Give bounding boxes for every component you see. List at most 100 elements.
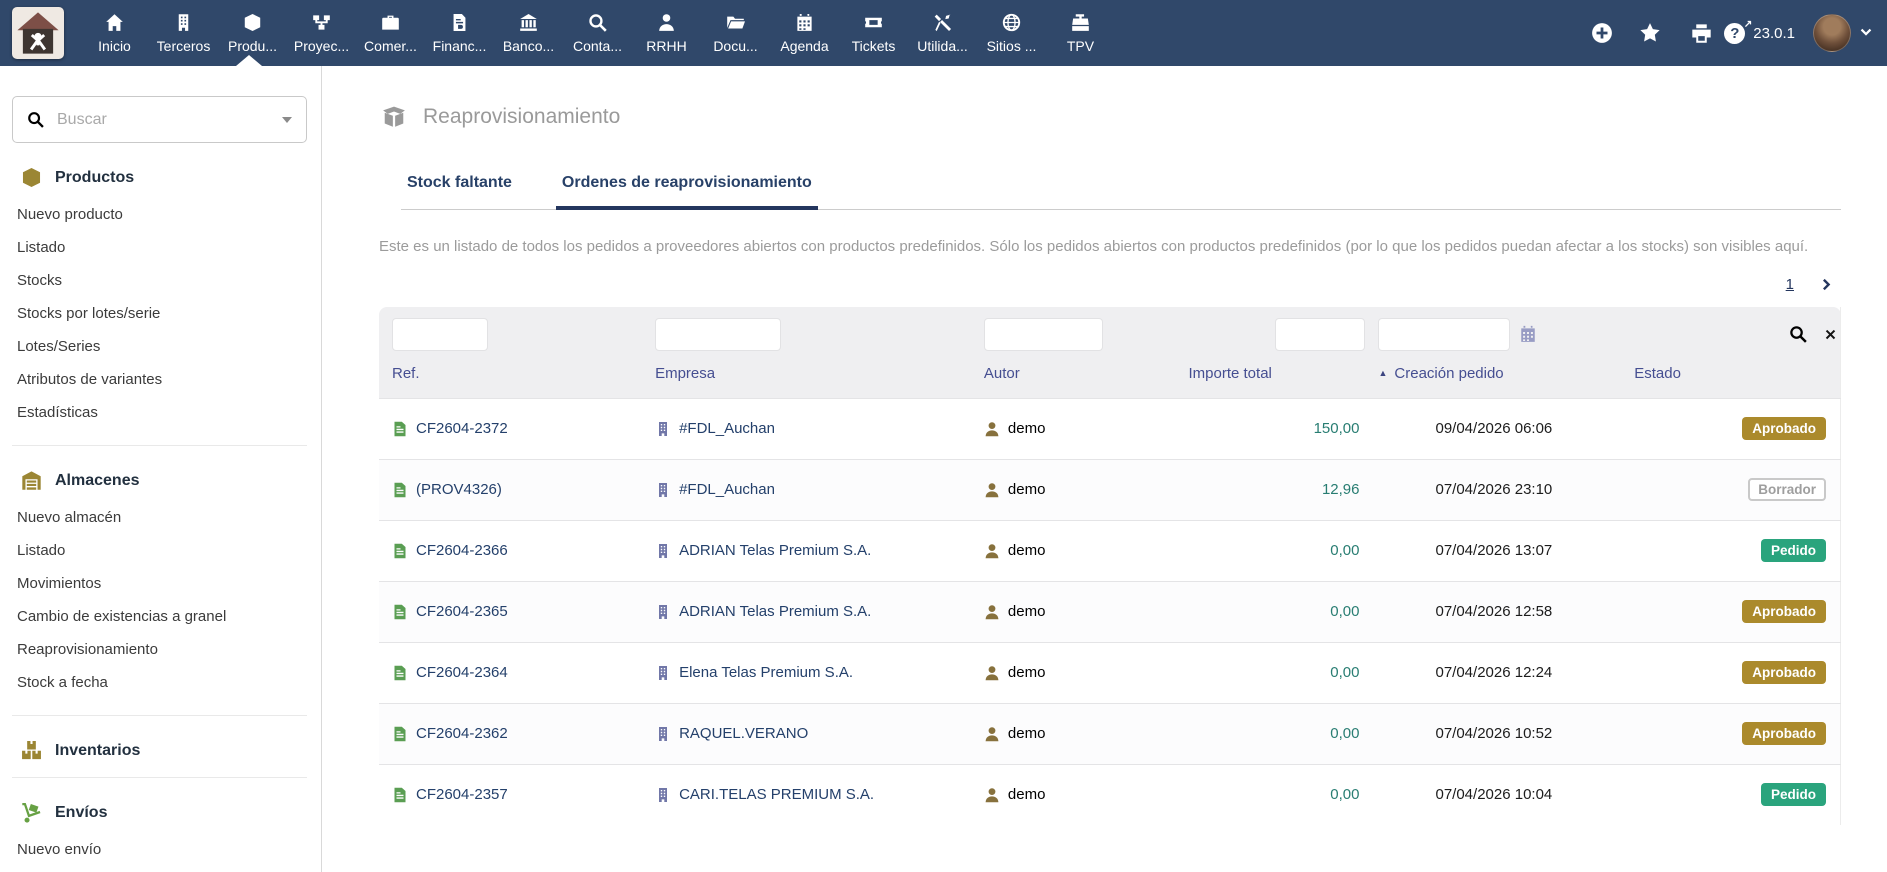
- date-cell: 07/04/2026 13:07: [1365, 519, 1622, 581]
- search-input[interactable]: [55, 109, 271, 130]
- menu-contabilidad[interactable]: Conta...: [563, 0, 632, 66]
- date-cell: 09/04/2026 06:06: [1365, 397, 1622, 459]
- menu-rrhh[interactable]: RRHH: [632, 0, 701, 66]
- sidebar-item-nuevo-almacen[interactable]: Nuevo almacén: [12, 501, 307, 534]
- tab-ordenes-reaprovisionamiento[interactable]: Ordenes de reaprovisionamiento: [555, 174, 818, 210]
- amount-cell: 12,96: [1175, 458, 1366, 520]
- sidebar-item-listado-envios[interactable]: Listado: [12, 866, 307, 872]
- sidebar-search[interactable]: [12, 96, 307, 143]
- sidebar-item-stocks[interactable]: Stocks: [12, 264, 307, 297]
- order-ref-link[interactable]: (PROV4326): [416, 481, 502, 498]
- column-empresa[interactable]: Empresa: [642, 350, 971, 398]
- sidebar-item-atributos[interactable]: Atributos de variantes: [12, 363, 307, 396]
- order-ref-link[interactable]: CF2604-2362: [416, 725, 508, 742]
- column-estado[interactable]: Estado: [1621, 350, 1841, 398]
- order-doc-icon: [392, 787, 408, 803]
- cube-icon: [21, 167, 42, 188]
- order-ref-link[interactable]: CF2604-2357: [416, 786, 508, 803]
- calendar-icon: [795, 13, 814, 32]
- table-row: CF2604-2366 ADRIAN Telas Premium S.A. de…: [379, 519, 1841, 581]
- clear-filter-icon[interactable]: [1823, 327, 1838, 342]
- ticket-icon: [864, 13, 883, 32]
- menu-tickets[interactable]: Tickets: [839, 0, 908, 66]
- menu-terceros[interactable]: Terceros: [149, 0, 218, 66]
- sidebar-item-stock-a-fecha[interactable]: Stock a fecha: [12, 666, 307, 699]
- menu-utilidades[interactable]: Utilida...: [908, 0, 977, 66]
- company-link[interactable]: #FDL_Auchan: [679, 420, 775, 437]
- menu-tpv[interactable]: TPV: [1046, 0, 1115, 66]
- sidebar-item-listado-almacenes[interactable]: Listado: [12, 534, 307, 567]
- section-title: Almacenes: [55, 471, 140, 489]
- next-page-icon[interactable]: [1820, 277, 1835, 292]
- sidebar-section-envios[interactable]: Envíos: [12, 802, 307, 823]
- menu-inicio[interactable]: Inicio: [80, 0, 149, 66]
- user-icon: [984, 726, 1000, 742]
- menu-label: Inicio: [98, 37, 131, 54]
- company-link[interactable]: Elena Telas Premium S.A.: [679, 664, 853, 681]
- user-avatar[interactable]: [1813, 14, 1851, 52]
- sidebar-divider: [12, 715, 307, 716]
- chevron-down-icon[interactable]: [1859, 26, 1873, 40]
- menu-agenda[interactable]: Agenda: [770, 0, 839, 66]
- company-link[interactable]: RAQUEL.VERANO: [679, 725, 808, 742]
- menu-label: RRHH: [646, 37, 687, 54]
- company-link[interactable]: CARI.TELAS PREMIUM S.A.: [679, 786, 874, 803]
- menu-documentos[interactable]: Docu...: [701, 0, 770, 66]
- sidebar-item-listado-productos[interactable]: Listado: [12, 231, 307, 264]
- calendar-picker-icon[interactable]: [1519, 325, 1537, 343]
- filter-amount-input[interactable]: [1275, 317, 1366, 351]
- tools-icon: [933, 13, 952, 32]
- amount-cell: 0,00: [1175, 580, 1366, 642]
- order-ref-link[interactable]: CF2604-2365: [416, 603, 508, 620]
- company-link[interactable]: ADRIAN Telas Premium S.A.: [679, 603, 871, 620]
- apply-filter-search-icon[interactable]: [1789, 325, 1807, 343]
- menu-bancos[interactable]: Banco...: [494, 0, 563, 66]
- column-autor[interactable]: Autor: [970, 350, 1176, 398]
- column-importe-total[interactable]: Importe total: [1175, 350, 1366, 398]
- menu-proyectos[interactable]: Proyec...: [287, 0, 356, 66]
- order-ref-link[interactable]: CF2604-2364: [416, 664, 508, 681]
- tab-stock-faltante[interactable]: Stock faltante: [401, 174, 518, 210]
- bookmark-star-icon[interactable]: [1639, 22, 1661, 44]
- sidebar-section-almacenes[interactable]: Almacenes: [12, 470, 307, 491]
- menu-sitios[interactable]: Sitios ...: [977, 0, 1046, 66]
- page-number-current[interactable]: 1: [1786, 276, 1794, 293]
- company-link[interactable]: ADRIAN Telas Premium S.A.: [679, 542, 871, 559]
- filter-company-input[interactable]: [655, 317, 782, 351]
- print-icon[interactable]: [1691, 23, 1712, 44]
- menu-comercial[interactable]: Comer...: [356, 0, 425, 66]
- column-creacion-pedido[interactable]: ▲ Creación pedido: [1365, 350, 1622, 398]
- user-icon: [984, 665, 1000, 681]
- company-link[interactable]: #FDL_Auchan: [679, 481, 775, 498]
- sidebar-item-nuevo-producto[interactable]: Nuevo producto: [12, 198, 307, 231]
- sidebar-item-estadisticas[interactable]: Estadísticas: [12, 396, 307, 429]
- menu-label: Financ...: [432, 37, 487, 54]
- user-icon: [984, 482, 1000, 498]
- home-icon: [105, 13, 124, 32]
- order-ref-link[interactable]: CF2604-2372: [416, 420, 508, 437]
- sidebar-section-productos[interactable]: Productos: [12, 167, 307, 188]
- date-cell: 07/04/2026 23:10: [1365, 458, 1622, 520]
- filter-date-input[interactable]: [1378, 317, 1511, 351]
- author-name: demo: [1007, 663, 1046, 681]
- filter-author-input[interactable]: [983, 317, 1103, 351]
- help-icon[interactable]: ? ↗: [1724, 19, 1752, 44]
- menu-label: Produ...: [227, 37, 278, 54]
- sidebar-item-reaprovisionamiento[interactable]: Reaprovisionamiento: [12, 633, 307, 666]
- sidebar-item-movimientos[interactable]: Movimientos: [12, 567, 307, 600]
- sidebar-item-cambio-existencias[interactable]: Cambio de existencias a granel: [12, 600, 307, 633]
- quick-add-icon[interactable]: [1591, 22, 1613, 44]
- sidebar-item-lotes-series[interactable]: Lotes/Series: [12, 330, 307, 363]
- company-icon: [655, 543, 671, 559]
- building-icon: [174, 13, 193, 32]
- sidebar-item-stocks-lotes[interactable]: Stocks por lotes/serie: [12, 297, 307, 330]
- search-scope-caret-icon[interactable]: [282, 116, 292, 123]
- order-ref-link[interactable]: CF2604-2366: [416, 542, 508, 559]
- menu-financiera[interactable]: Financ...: [425, 0, 494, 66]
- tab-bar: Stock faltante Ordenes de reaprovisionam…: [401, 174, 1841, 210]
- sidebar-item-nuevo-envio[interactable]: Nuevo envío: [12, 833, 307, 866]
- filter-ref-input[interactable]: [392, 317, 488, 351]
- sidebar-section-inventarios[interactable]: Inventarios: [12, 740, 307, 761]
- app-logo[interactable]: [0, 7, 80, 59]
- column-ref[interactable]: Ref.: [379, 350, 643, 398]
